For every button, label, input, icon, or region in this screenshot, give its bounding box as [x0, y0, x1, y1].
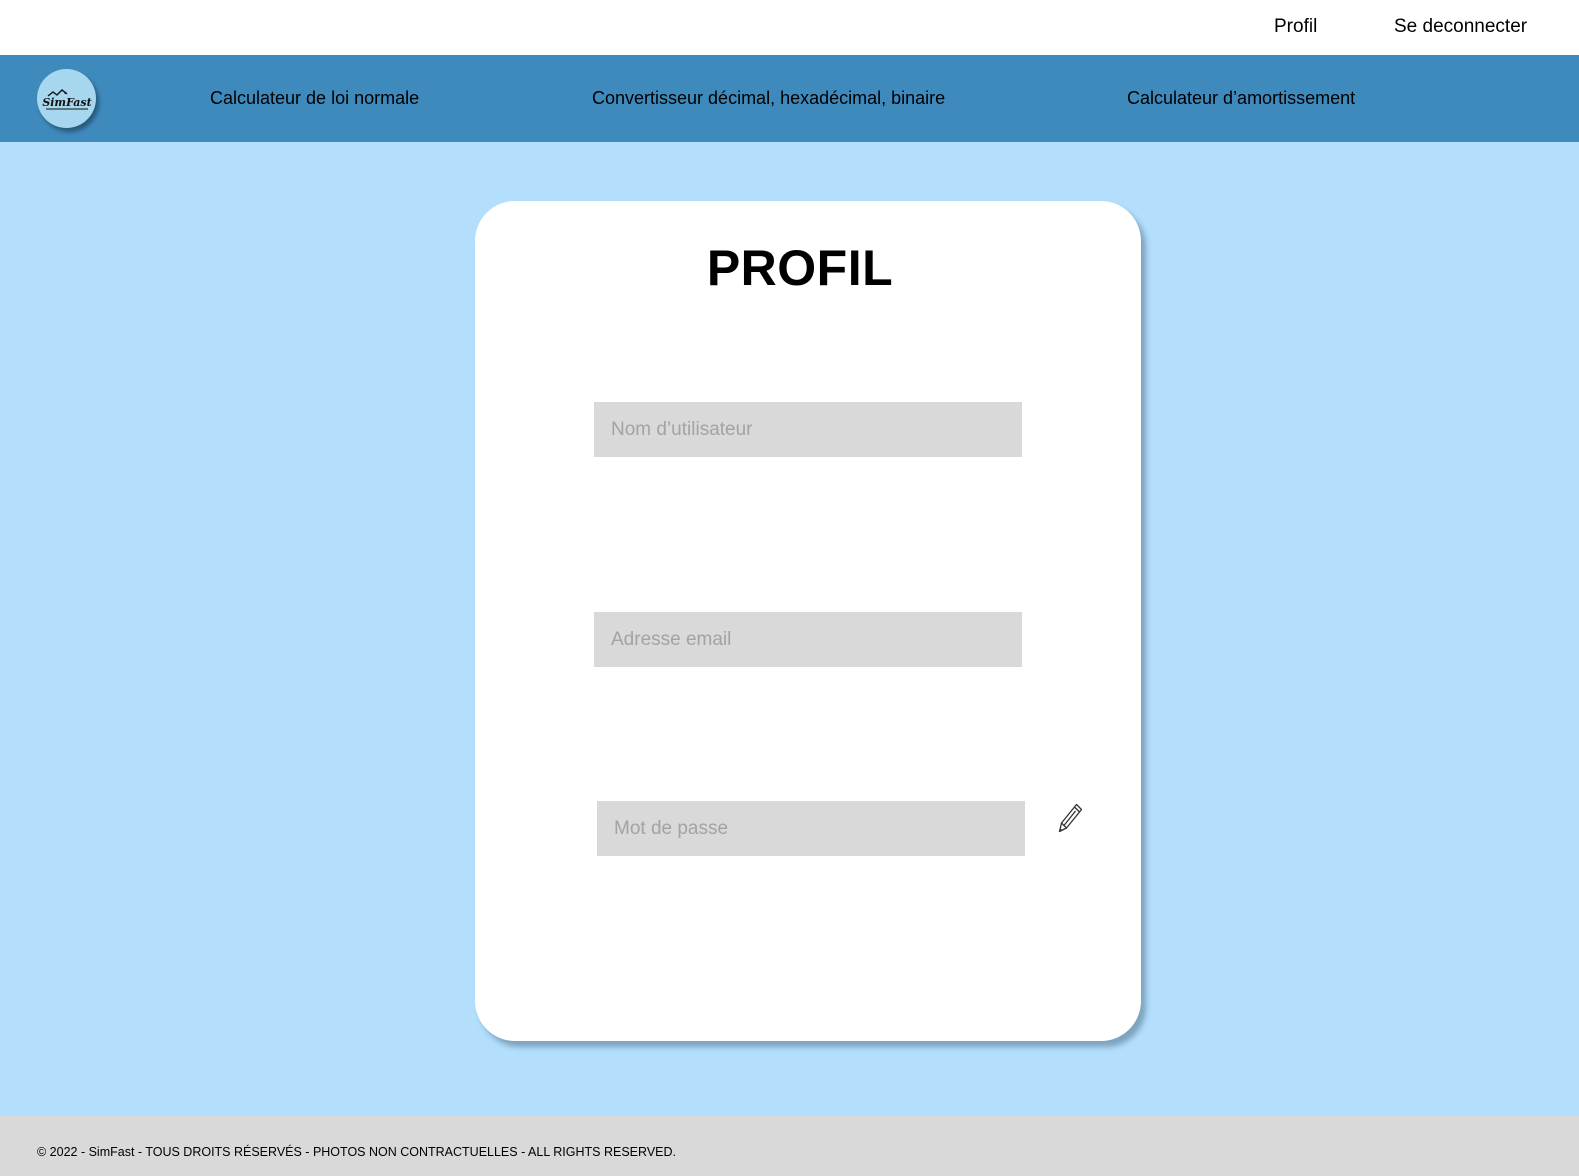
svg-text:SimFast: SimFast — [42, 96, 91, 109]
profile-card: PROFIL — [475, 201, 1141, 1041]
main-navbar: SimFast Calculateur de loi normale Conve… — [0, 55, 1579, 142]
profile-link[interactable]: Profil — [1274, 16, 1317, 38]
simfast-logo[interactable]: SimFast — [37, 69, 96, 128]
page-title: PROFIL — [706, 240, 894, 296]
pencil-icon[interactable] — [1057, 802, 1085, 834]
top-bar: Profil Se deconnecter — [0, 0, 1579, 55]
email-field[interactable] — [594, 612, 1022, 667]
copyright-text: © 2022 - SimFast - TOUS DROITS RÉSERVÉS … — [37, 1145, 676, 1159]
logout-link[interactable]: Se deconnecter — [1394, 16, 1527, 38]
nav-link-number-converter[interactable]: Convertisseur décimal, hexadécimal, bina… — [592, 88, 945, 109]
footer: © 2022 - SimFast - TOUS DROITS RÉSERVÉS … — [0, 1116, 1579, 1176]
username-field[interactable] — [594, 402, 1022, 457]
nav-link-normal-law-calculator[interactable]: Calculateur de loi normale — [210, 88, 419, 109]
nav-link-amortization-calculator[interactable]: Calculateur d’amortissement — [1127, 88, 1355, 109]
simfast-logo-icon: SimFast — [42, 88, 91, 109]
password-field[interactable] — [597, 801, 1025, 856]
